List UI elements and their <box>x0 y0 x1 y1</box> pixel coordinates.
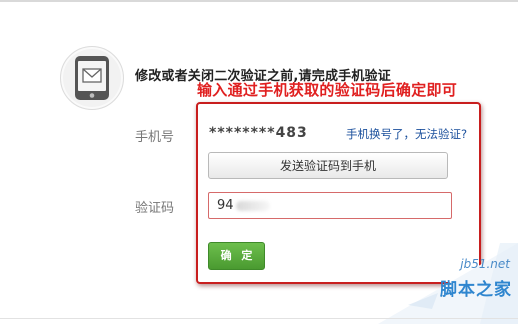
bottom-divider <box>0 318 518 319</box>
site-watermark: jb51.net 脚本之家 <box>378 243 518 324</box>
instruction-annotation: 输入通过手机获取的验证码后确定即可 <box>197 81 458 99</box>
send-code-button[interactable]: 发送验证码到手机 <box>208 152 448 179</box>
masked-phone-number: ********483 <box>209 125 308 141</box>
confirm-button[interactable]: 确 定 <box>208 242 265 270</box>
phone-message-icon <box>60 46 124 110</box>
changed-phone-link[interactable]: 手机换号了，无法验证? <box>346 126 467 142</box>
phone-label: 手机号 <box>135 130 175 145</box>
code-input-value: 94 <box>217 198 234 213</box>
obscured-digits <box>235 200 270 211</box>
code-label: 验证码 <box>135 201 175 216</box>
verification-code-input[interactable]: 94 <box>208 192 452 219</box>
watermark-site-name: 脚本之家 <box>440 280 512 300</box>
top-divider <box>0 0 518 2</box>
watermark-url: jb51.net <box>460 257 510 271</box>
verification-page: 修改或者关闭二次验证之前,请完成手机验证 输入通过手机获取的验证码后确定即可 手… <box>0 0 518 324</box>
